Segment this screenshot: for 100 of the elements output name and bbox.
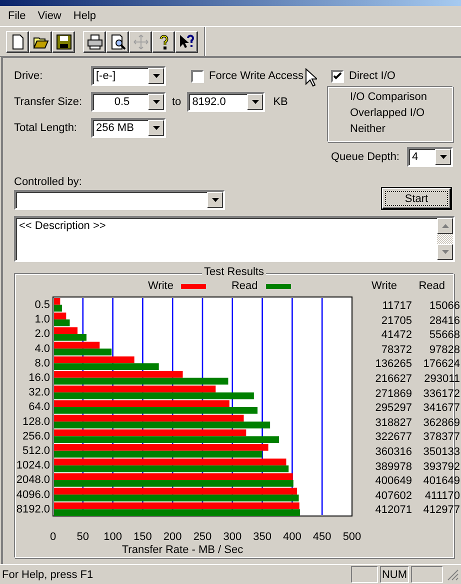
field-label: Drive: (14, 70, 44, 82)
axis-tick-label: 250 (193, 531, 212, 543)
dropdown-button[interactable] (148, 94, 164, 110)
table-cell-text: 407602 (374, 488, 412, 504)
transfer-size-label: 1.0 (34, 314, 50, 326)
table-cell-text: 15066 (428, 299, 460, 314)
table-cell-text: 360316 (374, 444, 412, 460)
legend-label: Read (231, 280, 258, 292)
table-cell-text: 41472 (380, 328, 412, 343)
combo-value: 256 MB (95, 122, 135, 134)
option-label[interactable]: I/O Comparison (350, 91, 452, 103)
dropdown-arrow-icon (152, 100, 160, 104)
combo-value: 8192.0 (191, 96, 227, 108)
mouse-cursor-icon (305, 68, 317, 87)
field-label: Queue Depth: (331, 151, 400, 163)
menu-item[interactable]: File (2, 10, 32, 22)
transfer-size-label: 1024.0 (16, 460, 50, 472)
option-label[interactable]: Overlapped I/O (350, 107, 452, 119)
transfer-size-label: 8.0 (34, 357, 50, 370)
move-arrows-icon (132, 34, 148, 50)
transfer-size-label: 2048.0 (16, 474, 50, 486)
table-cell-text: 336172 (422, 386, 460, 402)
axis-tick-label: 0 (50, 531, 56, 543)
transfer-size-label: 256.0 (22, 430, 50, 442)
scroll-down-button[interactable] (437, 244, 453, 260)
axis-tick-label: 200 (163, 531, 182, 543)
unit-label: KB (273, 96, 288, 108)
print-preview-icon (110, 34, 126, 50)
printer-icon (86, 34, 102, 50)
field-label: Transfer Size: (14, 96, 84, 108)
transfer-size-label: 128.0 (22, 416, 50, 428)
option-label[interactable]: Neither (350, 123, 452, 135)
checkbox[interactable] (331, 70, 344, 82)
scrollbar[interactable] (437, 218, 453, 260)
toolbar-button[interactable] (52, 30, 75, 52)
combo-value: 0.5 (113, 96, 131, 108)
table-cell-text: 322677 (374, 430, 412, 445)
table-cell-text: 271869 (374, 386, 412, 402)
dropdown-arrow-icon (252, 100, 259, 104)
axis-tick-label: 300 (223, 531, 242, 543)
toolbar-button[interactable] (152, 30, 175, 52)
menu-item[interactable]: Help (67, 10, 102, 22)
toolbar-button[interactable] (6, 30, 29, 52)
scroll-up-button[interactable] (437, 218, 453, 234)
dropdown-button[interactable] (148, 68, 164, 84)
column-header: Write (370, 280, 397, 292)
dropdown-button[interactable] (207, 192, 223, 208)
combo-value: [-e-] (95, 70, 117, 82)
checkmark-icon (333, 72, 342, 80)
transfer-size-label: 2.0 (34, 328, 50, 340)
axis-tick-label: 400 (283, 531, 302, 543)
controlled-by-dropdown[interactable] (14, 190, 225, 210)
axis-tick-label: 100 (104, 531, 122, 543)
table-cell-text: 136265 (374, 357, 412, 372)
table-cell-text: 21705 (380, 314, 412, 328)
table-cell-text: 393792 (422, 460, 460, 474)
column-header: Read (418, 280, 445, 292)
dropdown-arrow-icon (152, 74, 160, 78)
checkbox-label: Force Write Access (209, 70, 304, 82)
dropdown-button[interactable] (435, 149, 451, 165)
toolbar-button[interactable] (83, 30, 106, 52)
save-icon (56, 34, 72, 50)
up-arrow-icon (442, 224, 448, 228)
drive-dropdown[interactable]: [-e-] (91, 66, 166, 86)
dropdown-button[interactable] (148, 120, 164, 136)
table-cell-text: 97828 (428, 342, 460, 358)
status-text: For Help, press F1 (2, 568, 94, 580)
total-length-dropdown[interactable]: 256 MB (91, 118, 166, 138)
toolbar-button[interactable] (175, 30, 198, 52)
start-button[interactable]: Start (382, 188, 451, 209)
table-cell-text: 412977 (422, 503, 460, 518)
transfer-size-label: 16.0 (28, 372, 50, 384)
queue-depth-dropdown[interactable]: 4 (407, 147, 453, 167)
toolbar-button[interactable] (29, 30, 52, 52)
table-cell-text: 362869 (422, 416, 460, 430)
transfer-size-label: 32.0 (28, 386, 50, 399)
menu-item[interactable]: View (32, 10, 68, 22)
status-panel (351, 566, 378, 583)
table-cell-text: 216627 (374, 372, 412, 387)
table-cell-text: 378377 (422, 430, 460, 445)
table-cell-text: 28416 (428, 314, 460, 328)
transfer-size-from-dropdown[interactable]: 0.5 (91, 92, 166, 112)
checkbox[interactable] (191, 70, 204, 82)
toolbar-button[interactable] (106, 30, 129, 52)
transfer-size-to-dropdown[interactable]: 8192.0 (187, 92, 266, 112)
panel-title: Test Results (202, 266, 266, 278)
dropdown-arrow-icon (440, 155, 446, 159)
table-cell-text: 400649 (374, 474, 412, 489)
description-field[interactable]: << Description >> (14, 216, 455, 262)
axis-title: Transfer Rate - MB / Sec (122, 544, 244, 556)
axis-tick-label: 50 (76, 531, 90, 543)
table-cell-text: 55668 (428, 328, 460, 343)
new-file-icon (10, 34, 26, 50)
transfer-size-label: 0.5 (34, 299, 50, 311)
status-panel (411, 566, 443, 583)
dropdown-button[interactable] (247, 94, 264, 110)
legend-label: Write (148, 280, 174, 292)
axis-tick-label: 450 (312, 531, 332, 543)
resize-grip-icon (447, 568, 459, 580)
transfer-size-label: 64.0 (28, 401, 50, 414)
